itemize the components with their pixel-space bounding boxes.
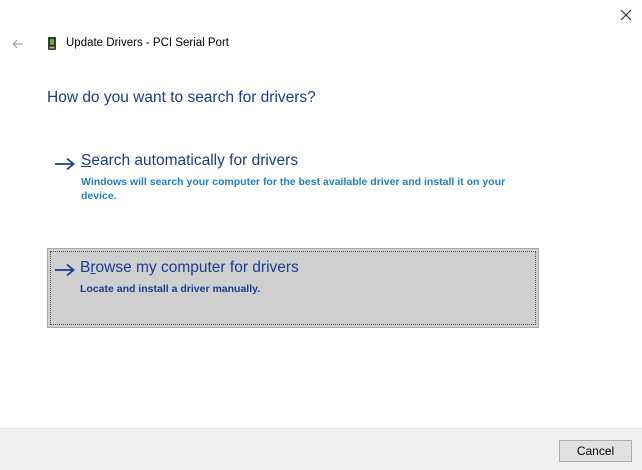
window-title: Update Drivers - PCI Serial Port xyxy=(66,37,229,49)
search-automatically-option[interactable]: Search automatically for drivers Windows… xyxy=(47,151,539,213)
back-button[interactable] xyxy=(10,36,26,52)
search-automatically-title: Search automatically for drivers xyxy=(81,152,298,170)
browse-computer-description: Locate and install a driver manually. xyxy=(80,283,261,295)
close-button[interactable] xyxy=(614,4,638,26)
close-icon xyxy=(620,9,632,21)
search-automatically-description: Windows will search your computer for th… xyxy=(81,176,506,202)
access-key-letter: S xyxy=(81,152,92,169)
arrow-right-icon xyxy=(55,263,75,277)
device-icon xyxy=(48,37,56,50)
option-title-prefix: B xyxy=(80,259,91,276)
cancel-button[interactable]: Cancel xyxy=(559,440,632,462)
browse-computer-option[interactable]: Browse my computer for drivers Locate an… xyxy=(47,248,539,328)
arrow-right-icon xyxy=(55,157,75,171)
dialog-footer: Cancel xyxy=(0,428,642,470)
option-title-text: owse my computer for drivers xyxy=(95,259,299,276)
page-heading: How do you want to search for drivers? xyxy=(47,89,316,106)
back-arrow-icon xyxy=(12,39,23,49)
option-title-text: earch automatically for drivers xyxy=(91,152,299,169)
browse-computer-title: Browse my computer for drivers xyxy=(80,259,299,277)
